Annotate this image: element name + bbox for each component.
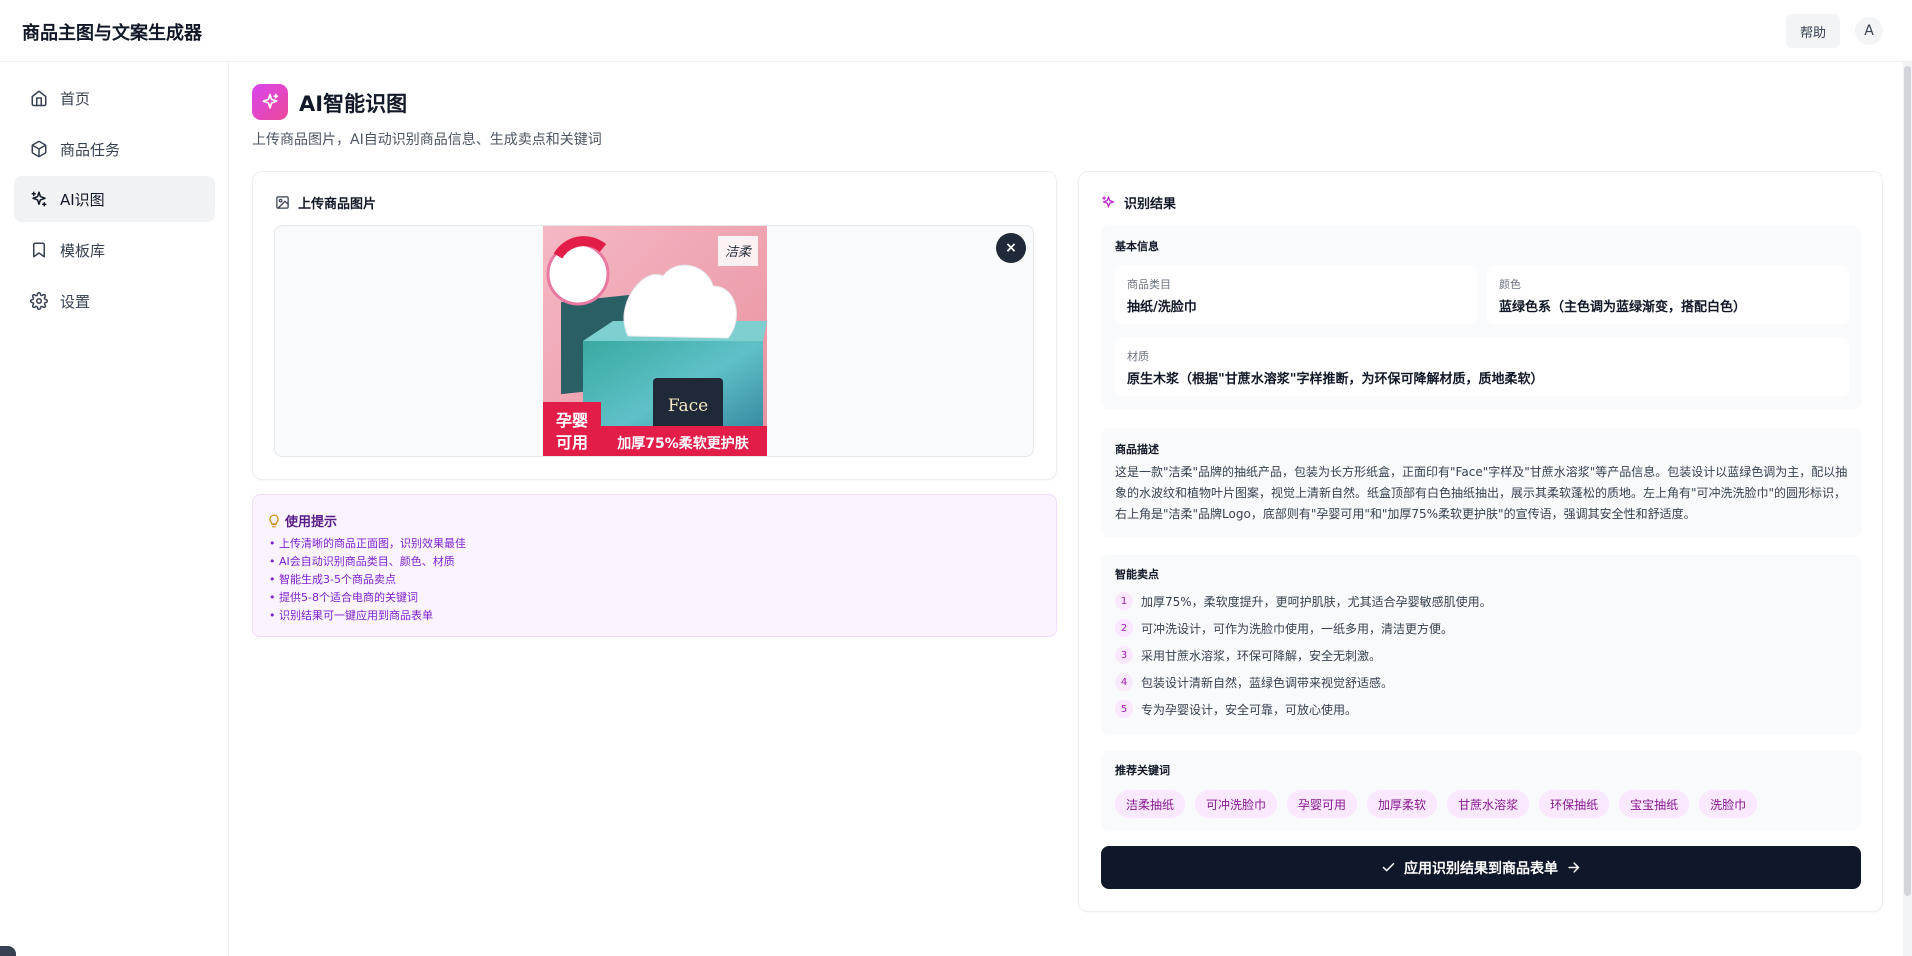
keyword-tag[interactable]: 孕婴可用 — [1287, 790, 1358, 818]
sidebar-item-label: 商品任务 — [60, 140, 121, 159]
app-header: 商品主图与文案生成器 帮助 A — [0, 0, 1912, 62]
category-field: 商品类目 抽纸/洗脸巾 — [1115, 266, 1477, 324]
category-label: 商品类目 — [1127, 278, 1171, 291]
point-text: 专为孕婴设计，安全可靠，可放心使用。 — [1141, 702, 1358, 717]
keyword-tag[interactable]: 洁柔抽纸 — [1115, 790, 1186, 818]
keyword-tag[interactable]: 加厚柔软 — [1367, 790, 1438, 818]
sidebar-item-ai-recognize[interactable]: AI识图 — [14, 176, 215, 222]
color-value: 蓝绿色系（主色调为蓝绿渐变，搭配白色） — [1499, 300, 1747, 315]
selling-point-item: 1 加厚75%，柔软度提升，更呵护肌肤，尤其适合孕婴敏感肌使用。 — [1115, 592, 1492, 610]
point-number: 2 — [1115, 619, 1133, 637]
selling-point-item: 3 采用甘蔗水溶浆，环保可降解，安全无刺激。 — [1115, 646, 1381, 664]
description-section: 商品描述 这是一款"洁柔"品牌的抽纸产品，包装为长方形纸盒，正面印有"Face"… — [1101, 428, 1861, 538]
selling-point-item: 5 专为孕婴设计，安全可靠，可放心使用。 — [1115, 700, 1357, 718]
sparkles-icon — [1102, 196, 1115, 208]
svg-text:洁柔: 洁柔 — [725, 245, 753, 260]
basic-info-label: 基本信息 — [1115, 240, 1159, 253]
image-icon — [276, 196, 289, 209]
tip-item: • AI会自动识别商品类目、颜色、材质 — [269, 555, 455, 568]
sidebar-item-label: 设置 — [60, 292, 91, 311]
point-number: 5 — [1115, 700, 1133, 718]
sidebar-item-label: 模板库 — [60, 241, 106, 260]
apply-results-button[interactable]: 应用识别结果到商品表单 — [1101, 846, 1861, 889]
tip-item: • 上传清晰的商品正面图，识别效果最佳 — [269, 537, 466, 550]
arrow-right-icon — [1568, 862, 1580, 873]
selling-points-label: 智能卖点 — [1115, 568, 1159, 581]
check-icon — [1382, 862, 1395, 872]
point-number: 1 — [1115, 592, 1133, 610]
result-title-text: 识别结果 — [1124, 197, 1177, 212]
sidebar-item-settings[interactable]: 设置 — [14, 278, 215, 324]
sparkles-icon — [31, 191, 47, 207]
keyword-tag[interactable]: 环保抽纸 — [1539, 790, 1610, 818]
point-text: 包装设计清新自然，蓝绿色调带来视觉舒适感。 — [1141, 675, 1394, 690]
lightbulb-icon — [269, 514, 279, 527]
remove-image-button[interactable]: × — [996, 233, 1026, 263]
description-text: 这是一款"洁柔"品牌的抽纸产品，包装为长方形纸盒，正面印有"Face"字样及"甘… — [1115, 465, 1848, 521]
sidebar-item-home[interactable]: 首页 — [14, 75, 215, 121]
selling-points-section: 智能卖点 1 加厚75%，柔软度提升，更呵护肌肤，尤其适合孕婴敏感肌使用。 2 … — [1101, 555, 1861, 734]
keywords-label: 推荐关键词 — [1115, 764, 1170, 777]
point-text: 加厚75%，柔软度提升，更呵护肌肤，尤其适合孕婴敏感肌使用。 — [1141, 594, 1492, 609]
keywords-section: 推荐关键词 洁柔抽纸 可冲洗脸巾 孕婴可用 加厚柔软 甘蔗水溶浆 环保抽纸 宝宝… — [1101, 750, 1861, 830]
material-label: 材质 — [1127, 350, 1149, 363]
point-number: 4 — [1115, 673, 1133, 691]
keyword-tag[interactable]: 可冲洗脸巾 — [1195, 790, 1278, 818]
svg-text:可用: 可用 — [556, 433, 588, 452]
avatar[interactable]: A — [1855, 17, 1883, 45]
result-card-title: 识别结果 — [1101, 193, 1176, 212]
point-number: 3 — [1115, 646, 1133, 664]
selling-point-item: 4 包装设计清新自然，蓝绿色调带来视觉舒适感。 — [1115, 673, 1393, 691]
keyword-tag[interactable]: 洗脸巾 — [1699, 790, 1758, 818]
sidebar: 首页 商品任务 AI识图 模板库 设置 — [0, 62, 229, 956]
svg-text:孕婴: 孕婴 — [556, 411, 588, 430]
keyword-tag[interactable]: 甘蔗水溶浆 — [1447, 790, 1530, 818]
corner-indicator — [0, 946, 16, 956]
package-icon — [31, 140, 47, 158]
sparkles-icon — [262, 93, 279, 109]
page-subtitle: 上传商品图片，AI自动识别商品信息、生成卖点和关键词 — [252, 132, 602, 148]
point-text: 采用甘蔗水溶浆，环保可降解，安全无刺激。 — [1141, 648, 1382, 663]
category-value: 抽纸/洗脸巾 — [1127, 300, 1197, 315]
upload-card-title: 上传商品图片 — [275, 193, 376, 212]
bookmark-icon — [33, 242, 45, 258]
material-value: 原生木浆（根据"甘蔗水溶浆"字样推断，为环保可降解材质，质地柔软） — [1127, 372, 1544, 387]
color-field: 颜色 蓝绿色系（主色调为蓝绿渐变，搭配白色） — [1487, 266, 1849, 324]
keyword-list: 洁柔抽纸 可冲洗脸巾 孕婴可用 加厚柔软 甘蔗水溶浆 环保抽纸 宝宝抽纸 洗脸巾 — [1115, 790, 1758, 818]
app-title: 商品主图与文案生成器 — [22, 23, 202, 44]
page-title: AI智能识图 — [299, 92, 408, 116]
product-image-brand-text: Face — [668, 396, 708, 416]
tip-item: • 识别结果可一键应用到商品表单 — [269, 609, 433, 622]
tip-item: • 智能生成3-5个商品卖点 — [269, 573, 396, 586]
gear-icon — [30, 292, 48, 310]
description-label: 商品描述 — [1115, 443, 1159, 456]
svg-text:加厚75%柔软更护肤: 加厚75%柔软更护肤 — [616, 435, 750, 452]
product-image: Face 洁柔 孕婴 可用 加厚75%柔软更护肤 — [543, 226, 767, 456]
selling-point-item: 2 可冲洗设计，可作为洗脸巾使用，一纸多用，清洁更方便。 — [1115, 619, 1453, 637]
point-text: 可冲洗设计，可作为洗脸巾使用，一纸多用，清洁更方便。 — [1141, 621, 1454, 636]
sidebar-item-tasks[interactable]: 商品任务 — [14, 126, 215, 172]
sidebar-item-templates[interactable]: 模板库 — [14, 227, 215, 273]
tips-title: 使用提示 — [267, 511, 337, 530]
home-icon — [31, 90, 47, 107]
help-button[interactable]: 帮助 — [1786, 14, 1840, 48]
basic-info-section: 基本信息 商品类目 抽纸/洗脸巾 颜色 蓝绿色系（主色调为蓝绿渐变，搭配白色） … — [1101, 226, 1861, 410]
tips-title-text: 使用提示 — [285, 515, 338, 530]
sidebar-item-label: AI识图 — [60, 190, 105, 209]
tip-item: • 提供5-8个适合电商的关键词 — [269, 591, 418, 604]
upload-title-text: 上传商品图片 — [298, 197, 377, 212]
upload-dropzone[interactable]: Face 洁柔 孕婴 可用 加厚75%柔软更护肤 — [274, 225, 1034, 457]
scrollbar-thumb[interactable] — [1904, 66, 1911, 896]
keyword-tag[interactable]: 宝宝抽纸 — [1619, 790, 1690, 818]
color-label: 颜色 — [1499, 278, 1521, 291]
page-icon — [252, 84, 288, 120]
material-field: 材质 原生木浆（根据"甘蔗水溶浆"字样推断，为环保可降解材质，质地柔软） — [1115, 338, 1849, 396]
usage-tips: 使用提示 • 上传清晰的商品正面图，识别效果最佳 • AI会自动识别商品类目、颜… — [252, 494, 1057, 637]
sidebar-item-label: 首页 — [60, 89, 91, 108]
apply-results-label: 应用识别结果到商品表单 — [1404, 860, 1558, 877]
